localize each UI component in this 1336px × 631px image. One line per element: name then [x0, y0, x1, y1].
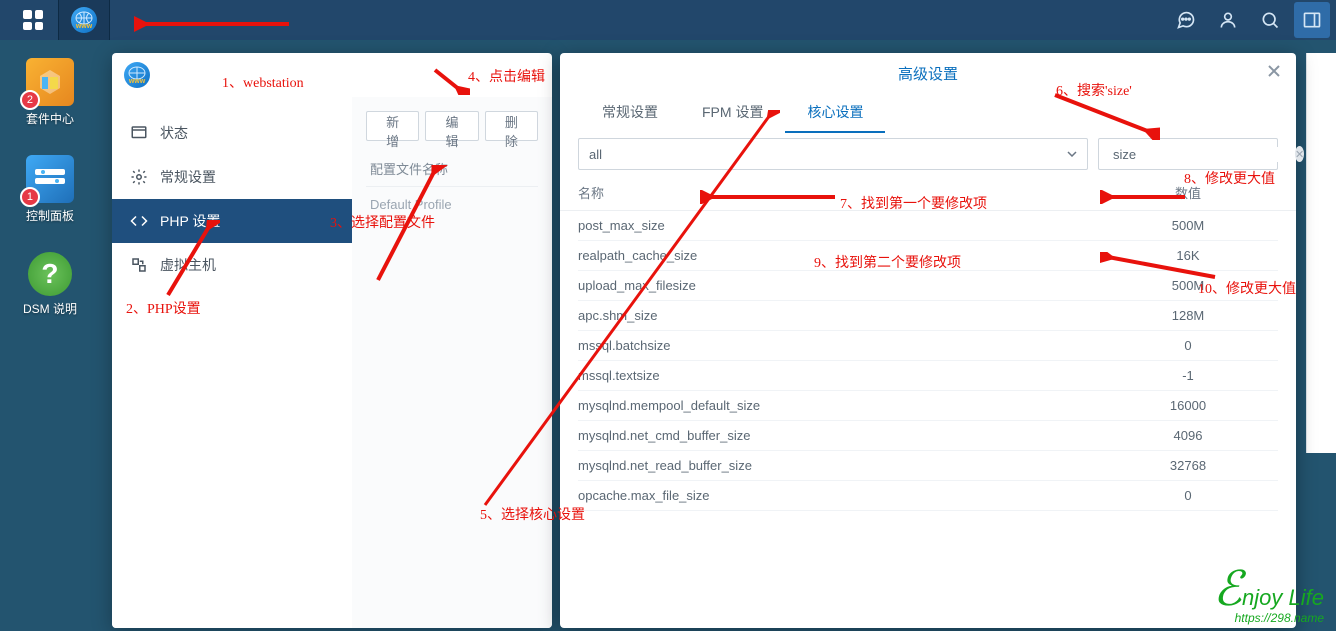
cell-value[interactable]: 16000 [1098, 398, 1278, 413]
panel-icon[interactable] [1294, 2, 1330, 38]
close-icon[interactable] [1266, 63, 1284, 81]
nav-label: 状态 [160, 123, 188, 143]
package-icon: 2 [26, 58, 74, 106]
window-header: www [112, 53, 552, 97]
cell-name: apc.shm_size [578, 308, 1098, 323]
table-header: 名称 数值 [560, 175, 1296, 211]
globe-icon: www [124, 62, 150, 88]
cell-name: mysqlnd.mempool_default_size [578, 398, 1098, 413]
cell-value[interactable]: 500M [1098, 218, 1278, 233]
cell-value[interactable]: 0 [1098, 488, 1278, 503]
cell-name: mysqlnd.net_cmd_buffer_size [578, 428, 1098, 443]
dropdown-value: all [589, 147, 602, 162]
dsm-help[interactable]: ? DSM 说明 [23, 252, 77, 317]
table-row[interactable]: realpath_cache_size16K [578, 241, 1278, 271]
cell-name: post_max_size [578, 218, 1098, 233]
nav-vhost[interactable]: 虚拟主机 [112, 243, 352, 287]
status-icon [130, 124, 148, 142]
nav-label: 常规设置 [160, 167, 216, 187]
th-value: 数值 [1098, 183, 1278, 202]
desktop: 2 套件中心 1 控制面板 ? DSM 说明 [0, 40, 100, 631]
cell-value[interactable]: 128M [1098, 308, 1278, 323]
cell-value[interactable]: 0 [1098, 338, 1278, 353]
table-row[interactable]: mysqlnd.net_cmd_buffer_size4096 [578, 421, 1278, 451]
table-row[interactable]: mysqlnd.net_read_buffer_size32768 [578, 451, 1278, 481]
content-pane: 新增 编辑 删除 配置文件名称 Default Profile [352, 97, 552, 628]
new-button[interactable]: 新增 [366, 111, 419, 141]
column-header: 配置文件名称 [366, 151, 538, 187]
cell-value[interactable]: 500M [1098, 278, 1278, 293]
tabs: 常规设置 FPM 设置 核心设置 [560, 93, 1296, 133]
filter-dropdown[interactable]: all [578, 138, 1088, 170]
watermark: ℰnjoy Life https://298.name [1213, 561, 1324, 625]
desktop-label: 套件中心 [26, 110, 74, 127]
search-icon[interactable] [1252, 2, 1288, 38]
tab-fpm[interactable]: FPM 设置 [680, 93, 785, 133]
code-icon [130, 212, 148, 230]
control-panel[interactable]: 1 控制面板 [26, 155, 74, 224]
advanced-settings-dialog: 高级设置 常规设置 FPM 设置 核心设置 all ✕ 名称 数值 post_m… [560, 53, 1296, 628]
webstation-window: www 状态 常规设置 PHP 设置 虚拟主机 新增 [112, 53, 552, 628]
desktop-label: DSM 说明 [23, 300, 77, 317]
globe-icon: www [71, 7, 97, 33]
clear-icon[interactable]: ✕ [1295, 146, 1304, 162]
table-row[interactable]: opcache.max_file_size0 [578, 481, 1278, 511]
nav-label: 虚拟主机 [160, 255, 216, 275]
table-row[interactable]: mysqlnd.mempool_default_size16000 [578, 391, 1278, 421]
desktop-label: 控制面板 [26, 207, 74, 224]
cell-name: upload_max_filesize [578, 278, 1098, 293]
nav-label: PHP 设置 [160, 211, 220, 231]
vhost-icon [130, 256, 148, 274]
cell-name: opcache.max_file_size [578, 488, 1098, 503]
table-row[interactable]: apc.shm_size128M [578, 301, 1278, 331]
table-row[interactable]: post_max_size500M [578, 211, 1278, 241]
cell-name: mssql.textsize [578, 368, 1098, 383]
help-icon: ? [28, 252, 72, 296]
cell-value[interactable]: 32768 [1098, 458, 1278, 473]
table-row[interactable]: mssql.textsize-1 [578, 361, 1278, 391]
side-nav: 状态 常规设置 PHP 设置 虚拟主机 [112, 97, 352, 628]
cell-value[interactable]: 4096 [1098, 428, 1278, 443]
search-box: ✕ [1098, 138, 1278, 170]
edit-button[interactable]: 编辑 [425, 111, 478, 141]
badge: 1 [20, 187, 40, 207]
nav-php[interactable]: PHP 设置 [112, 199, 352, 243]
webstation-taskbar-button[interactable]: www [59, 0, 109, 40]
search-input[interactable] [1113, 147, 1289, 162]
tab-general[interactable]: 常规设置 [580, 93, 680, 133]
table-body: post_max_size500Mrealpath_cache_size16Ku… [560, 211, 1296, 511]
gear-icon [130, 168, 148, 186]
user-icon[interactable] [1210, 2, 1246, 38]
profile-row[interactable]: Default Profile [366, 187, 538, 222]
table-row[interactable]: upload_max_filesize500M [578, 271, 1278, 301]
cell-name: realpath_cache_size [578, 248, 1098, 263]
cell-value[interactable]: 16K [1098, 248, 1278, 263]
th-name: 名称 [578, 183, 1098, 202]
badge: 2 [20, 90, 40, 110]
dialog-title: 高级设置 [898, 63, 958, 84]
cell-name: mssql.batchsize [578, 338, 1098, 353]
chat-icon[interactable] [1168, 2, 1204, 38]
control-panel-icon: 1 [26, 155, 74, 203]
nav-general[interactable]: 常规设置 [112, 155, 352, 199]
package-center[interactable]: 2 套件中心 [26, 58, 74, 127]
tab-core[interactable]: 核心设置 [785, 93, 885, 133]
delete-button[interactable]: 删除 [485, 111, 538, 141]
apps-button[interactable] [8, 0, 58, 40]
chevron-down-icon [1067, 151, 1077, 157]
cell-name: mysqlnd.net_read_buffer_size [578, 458, 1098, 473]
taskbar: www [0, 0, 1336, 40]
table-row[interactable]: mssql.batchsize0 [578, 331, 1278, 361]
cell-value[interactable]: -1 [1098, 368, 1278, 383]
nav-status[interactable]: 状态 [112, 111, 352, 155]
